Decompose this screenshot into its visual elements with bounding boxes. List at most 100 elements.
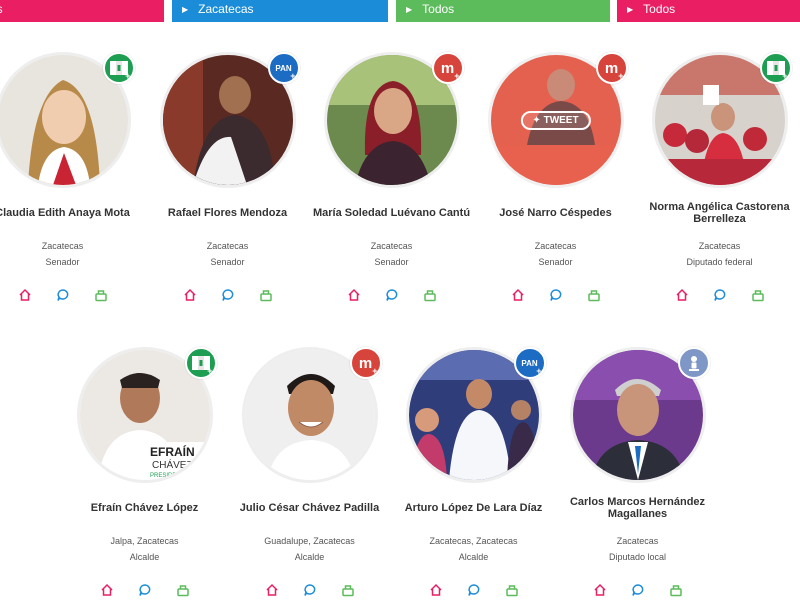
plus-icon: + — [782, 71, 788, 81]
plus-icon: + — [618, 71, 624, 81]
pan-label: PAN — [275, 63, 292, 73]
plus-icon: + — [454, 71, 460, 81]
pri-icon: + — [102, 52, 135, 84]
candidate-role: Senador — [374, 257, 409, 267]
plus-icon: + — [536, 366, 542, 376]
chat-icon[interactable] — [713, 288, 727, 302]
filter-state[interactable]: ▶ Zacatecas — [172, 0, 388, 22]
morena-icon: m + — [431, 52, 464, 84]
ballot-box-icon[interactable] — [751, 288, 765, 302]
home-icon[interactable] — [593, 583, 607, 597]
home-icon[interactable] — [18, 288, 32, 302]
chat-icon[interactable] — [467, 583, 481, 597]
morena-label: m — [440, 59, 455, 77]
home-icon[interactable] — [265, 583, 279, 597]
plus-icon: + — [372, 366, 378, 376]
morena-icon: m + — [349, 347, 382, 379]
candidate-name[interactable]: Arturo López De Lara Díaz — [391, 493, 556, 523]
chat-icon[interactable] — [138, 583, 152, 597]
independent-icon — [677, 347, 710, 379]
ballot-box-icon[interactable] — [505, 583, 519, 597]
chat-icon[interactable] — [385, 288, 399, 302]
ballot-box-icon[interactable] — [341, 583, 355, 597]
tweet-label: TWEET — [543, 115, 579, 126]
candidate-place: Zacatecas — [698, 241, 741, 251]
candidate-card[interactable]: PAN + Rafael Flores Mendoza Zacatecas Se… — [145, 52, 310, 302]
candidate-place: Zacatecas — [534, 241, 577, 251]
candidate-place: Zacatecas — [41, 241, 84, 251]
sign-line2: CHÁVEZ — [152, 458, 193, 471]
candidate-role: Alcalde — [294, 552, 325, 562]
candidate-card[interactable]: ✦ TWEET m + José Narro Céspedes Zacateca… — [473, 52, 638, 302]
filter-municipality[interactable]: ▶ Todos — [396, 0, 610, 22]
candidate-name[interactable]: Norma Angélica Castorena Berrelleza — [637, 198, 800, 228]
home-icon[interactable] — [183, 288, 197, 302]
home-icon[interactable] — [347, 288, 361, 302]
morena-icon: m + — [595, 52, 628, 84]
plus-icon: + — [125, 71, 131, 81]
candidate-name[interactable]: Rafael Flores Mendoza — [145, 198, 310, 228]
candidate-role: Alcalde — [458, 552, 489, 562]
home-icon[interactable] — [675, 288, 689, 302]
twitter-icon: ✦ — [532, 115, 541, 126]
plus-icon: + — [290, 71, 296, 81]
candidate-card[interactable]: m + Julio César Chávez Padilla Guadalupe… — [227, 347, 392, 597]
candidate-role: Senador — [538, 257, 573, 267]
sign-line3: PRESIDENTE M — [150, 473, 195, 479]
ballot-box-icon[interactable] — [259, 288, 273, 302]
pan-label: PAN — [521, 358, 538, 368]
candidate-place: Zacatecas — [616, 536, 659, 546]
ballot-box-icon[interactable] — [94, 288, 108, 302]
candidate-card[interactable]: Carlos Marcos Hernández Magallanes Zacat… — [555, 347, 720, 597]
sign-line1: EFRAÍN — [150, 444, 195, 459]
chat-icon[interactable] — [221, 288, 235, 302]
morena-label: m — [604, 59, 619, 77]
chat-icon[interactable] — [631, 583, 645, 597]
pan-icon: PAN + — [267, 52, 300, 84]
home-icon[interactable] — [429, 583, 443, 597]
candidate-name[interactable]: José Narro Céspedes — [473, 198, 638, 228]
ballot-box-icon[interactable] — [176, 583, 190, 597]
home-icon[interactable] — [100, 583, 114, 597]
candidate-place: Zacatecas — [206, 241, 249, 251]
candidate-card[interactable]: EFRAÍN CHÁVEZ PRESIDENTE M + Efraín Cháv… — [62, 347, 227, 597]
candidate-place: Zacatecas — [370, 241, 413, 251]
candidate-name[interactable]: Claudia Edith Anaya Mota — [0, 198, 145, 228]
candidate-card[interactable]: m + María Soledad Luévano Cantú Zacateca… — [309, 52, 474, 302]
candidate-card[interactable]: + Norma Angélica Castorena Berrelleza Za… — [637, 52, 800, 302]
chat-icon[interactable] — [303, 583, 317, 597]
pri-icon: + — [184, 347, 217, 379]
filter-role-label: os — [0, 2, 3, 16]
candidate-place: Guadalupe, Zacatecas — [264, 536, 355, 546]
filter-state-label: Zacatecas — [198, 2, 254, 16]
candidate-role: Senador — [210, 257, 245, 267]
candidate-role: Senador — [45, 257, 80, 267]
chat-icon[interactable] — [56, 288, 70, 302]
plus-icon: + — [207, 366, 213, 376]
candidate-name[interactable]: Efraín Chávez López — [62, 493, 227, 523]
ballot-box-icon[interactable] — [669, 583, 683, 597]
candidate-name[interactable]: María Soledad Luévano Cantú — [309, 198, 474, 228]
candidate-card[interactable]: + Claudia Edith Anaya Mota Zacatecas Sen… — [0, 52, 145, 302]
filter-municipality-label: Todos — [422, 2, 455, 16]
candidate-role: Diputado local — [608, 552, 667, 562]
candidate-card[interactable]: PAN + Arturo López De Lara Díaz Zacateca… — [391, 347, 556, 597]
filter-party-label: Todos — [643, 2, 676, 16]
triangle-right-icon: ▶ — [406, 5, 413, 14]
candidate-place: Zacatecas, Zacatecas — [429, 536, 518, 546]
home-icon[interactable] — [511, 288, 525, 302]
filter-party[interactable]: ▶ Todos — [617, 0, 800, 22]
candidate-name[interactable]: Julio César Chávez Padilla — [227, 493, 392, 523]
pri-icon: + — [759, 52, 792, 84]
morena-label: m — [358, 354, 373, 372]
filter-role[interactable]: os — [0, 0, 164, 22]
pan-icon: PAN + — [513, 347, 546, 379]
candidate-role: Alcalde — [129, 552, 160, 562]
candidate-role: Diputado federal — [686, 257, 753, 267]
ballot-box-icon[interactable] — [423, 288, 437, 302]
tweet-button[interactable]: ✦ TWEET — [520, 111, 591, 130]
candidate-name[interactable]: Carlos Marcos Hernández Magallanes — [555, 493, 720, 523]
ballot-box-icon[interactable] — [587, 288, 601, 302]
chat-icon[interactable] — [549, 288, 563, 302]
triangle-right-icon: ▶ — [182, 5, 189, 14]
